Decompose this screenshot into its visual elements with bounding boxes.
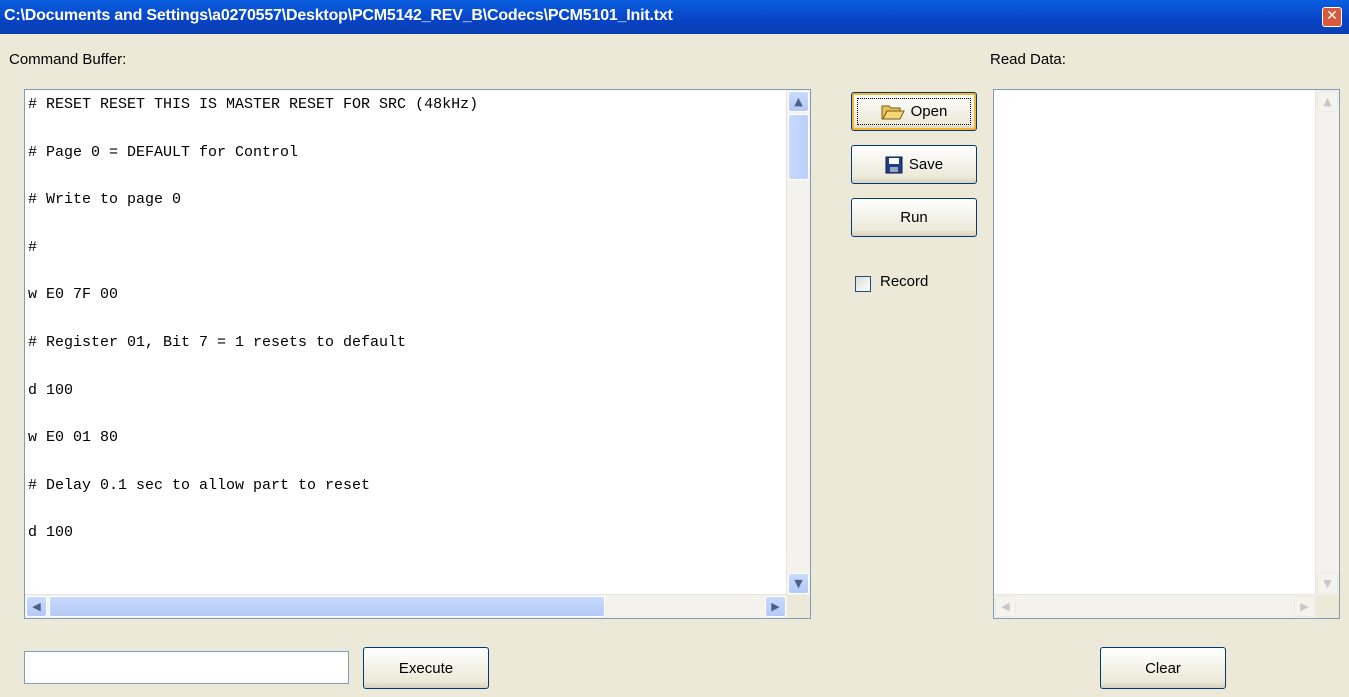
command-line: # RESET RESET THIS IS MASTER RESET FOR S…	[28, 96, 479, 113]
command-line: w E0 01 80	[28, 429, 119, 447]
scroll-left-button[interactable]: ◀	[995, 596, 1016, 617]
close-icon: ✕	[1326, 8, 1338, 24]
read-data-label: Read Data:	[990, 51, 1066, 68]
window-title: C:\Documents and Settings\a0270557\Deskt…	[4, 7, 673, 24]
read-data-textarea[interactable]: ▲ ▼ ◀ ▶	[993, 89, 1340, 619]
command-buffer-textarea[interactable]: # RESET RESET THIS IS MASTER RESET FOR S…	[24, 89, 811, 619]
vscroll-thumb[interactable]	[788, 114, 809, 180]
scroll-left-button[interactable]: ◀	[26, 596, 47, 617]
hscroll-thumb[interactable]	[49, 596, 605, 617]
arrow-up-icon: ▲	[794, 95, 803, 108]
command-line: w E0 7F 00	[28, 286, 119, 304]
clear-button[interactable]: Clear	[1100, 647, 1226, 689]
command-buffer-lines: # RESET RESET THIS IS MASTER RESET FOR S…	[28, 96, 478, 572]
arrow-down-icon: ▼	[794, 577, 803, 590]
command-line: # Register 01, Bit 7 = 1 resets to defau…	[28, 333, 407, 351]
arrow-right-icon: ▶	[1300, 600, 1309, 613]
read-data-vscroll[interactable]: ▲ ▼	[1315, 90, 1339, 595]
arrow-left-icon: ◀	[1001, 600, 1010, 613]
command-line: # Page 0 = DEFAULT for Control	[28, 143, 299, 161]
arrow-left-icon: ◀	[32, 600, 41, 613]
clear-label: Clear	[1145, 659, 1181, 677]
title-bar: C:\Documents and Settings\a0270557\Deskt…	[0, 0, 1349, 34]
command-input[interactable]	[24, 651, 349, 684]
read-data-hscroll[interactable]: ◀ ▶	[994, 594, 1316, 618]
scroll-corner	[787, 595, 810, 618]
save-button[interactable]: Save	[851, 145, 977, 184]
command-buffer-vscroll[interactable]: ▲ ▼	[786, 90, 810, 595]
record-checkbox[interactable]	[855, 276, 871, 292]
scroll-right-button[interactable]: ▶	[1294, 596, 1315, 617]
arrow-right-icon: ▶	[771, 600, 780, 613]
scroll-up-button[interactable]: ▲	[788, 91, 809, 112]
scroll-up-button[interactable]: ▲	[1317, 91, 1338, 112]
scroll-corner	[1316, 595, 1339, 618]
scroll-down-button[interactable]: ▼	[1317, 573, 1338, 594]
arrow-up-icon: ▲	[1323, 95, 1332, 108]
run-button[interactable]: Run	[851, 198, 977, 237]
execute-button[interactable]: Execute	[363, 647, 489, 689]
open-button[interactable]: Open	[851, 92, 977, 131]
close-button[interactable]: ✕	[1322, 7, 1342, 27]
arrow-down-icon: ▼	[1323, 577, 1332, 590]
command-buffer-label: Command Buffer:	[9, 51, 127, 68]
command-line: # Delay 0.1 sec to allow part to reset	[28, 476, 371, 494]
floppy-disk-icon	[885, 156, 903, 173]
save-label: Save	[908, 156, 944, 173]
command-line: d 100	[28, 524, 74, 542]
execute-label: Execute	[398, 659, 454, 677]
command-line: d 100	[28, 381, 74, 399]
command-buffer-hscroll[interactable]: ◀ ▶	[25, 594, 787, 618]
run-label: Run	[900, 209, 928, 226]
scroll-down-button[interactable]: ▼	[788, 573, 809, 594]
command-line: # Write to page 0	[28, 191, 182, 209]
scroll-right-button[interactable]: ▶	[765, 596, 786, 617]
focus-ring	[857, 98, 971, 125]
command-line: #	[28, 238, 38, 256]
record-label: Record	[880, 273, 929, 290]
